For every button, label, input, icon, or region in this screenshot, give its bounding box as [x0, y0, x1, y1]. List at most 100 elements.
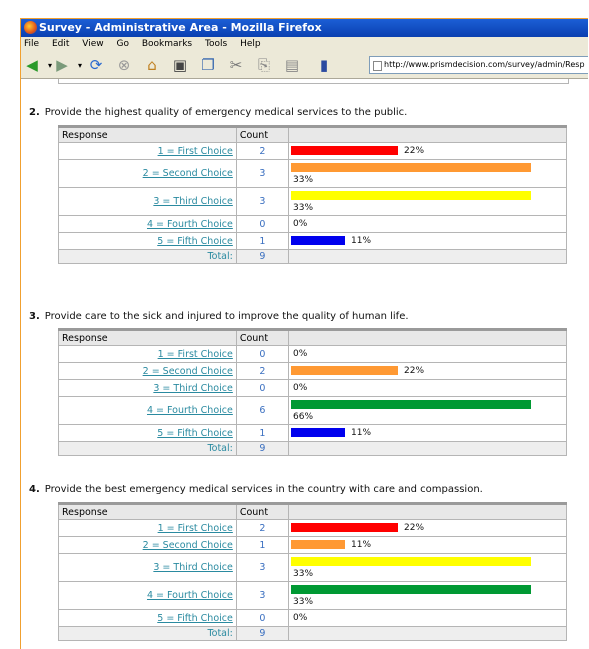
percent-cell: 33%	[288, 187, 567, 216]
response-link[interactable]: 1 = First Choice	[158, 349, 233, 360]
new-window-icon[interactable]: ❐	[199, 56, 217, 74]
count-cell: 3	[235, 553, 290, 582]
percent-cell: 0%	[288, 345, 567, 363]
table-row: 2 = Second Choice 3 33%	[58, 159, 567, 188]
paste-icon[interactable]: ▤	[283, 56, 301, 74]
count-header: Count	[235, 328, 290, 346]
response-link[interactable]: 2 = Second Choice	[143, 540, 233, 551]
print-icon[interactable]: ▣	[171, 56, 189, 74]
response-link[interactable]: 2 = Second Choice	[143, 366, 233, 377]
percent-label: 33%	[293, 203, 314, 213]
menu-help[interactable]: Help	[240, 39, 261, 49]
count-header: Count	[235, 502, 290, 520]
response-link[interactable]: 1 = First Choice	[158, 523, 233, 534]
menu-go[interactable]: Go	[116, 39, 128, 49]
response-link[interactable]: 3 = Third Choice	[153, 383, 232, 394]
response-link[interactable]: 4 = Fourth Choice	[147, 405, 233, 416]
response-link[interactable]: 2 = Second Choice	[143, 168, 233, 179]
table-header: Response Count	[58, 328, 567, 346]
total-row: Total: 9	[58, 441, 567, 456]
table-row: 2 = Second Choice 1 11%	[58, 536, 567, 554]
total-label-cell: Total:	[58, 441, 237, 456]
total-row: Total: 9	[58, 626, 567, 641]
response-link[interactable]: 5 = Fifth Choice	[157, 236, 233, 247]
count-cell: 3	[235, 187, 290, 216]
stop-icon[interactable]: ⊗	[115, 56, 133, 74]
response-link[interactable]: 4 = Fourth Choice	[147, 219, 233, 230]
percent-bar	[291, 540, 346, 549]
percent-cell: 11%	[288, 232, 567, 250]
response-link[interactable]: 3 = Third Choice	[153, 196, 232, 207]
cut-icon[interactable]: ✂	[227, 56, 245, 74]
forward-icon[interactable]: ▶	[53, 56, 71, 74]
total-row: Total: 9	[58, 249, 567, 264]
menu-view[interactable]: View	[82, 39, 103, 49]
count-cell: 1	[235, 232, 290, 250]
table-row: 4 = Fourth Choice 0 0%	[58, 215, 567, 233]
menu-file[interactable]: File	[24, 39, 39, 49]
question-2-heading: 2. Provide the highest quality of emergen…	[29, 107, 407, 118]
menu-bookmarks[interactable]: Bookmarks	[142, 39, 192, 49]
bookmark-icon[interactable]: ▮	[315, 56, 333, 74]
percent-header	[288, 125, 567, 143]
count-cell: 0	[235, 379, 290, 397]
percent-cell: 22%	[288, 142, 567, 160]
percent-bar	[291, 400, 532, 409]
menu-tools[interactable]: Tools	[205, 39, 227, 49]
response-cell: 4 = Fourth Choice	[58, 396, 237, 425]
percent-cell: 11%	[288, 536, 567, 554]
total-label-cell: Total:	[58, 626, 237, 641]
copy-icon[interactable]: ⎘	[255, 56, 273, 74]
response-link[interactable]: 1 = First Choice	[158, 146, 233, 157]
table-header: Response Count	[58, 125, 567, 143]
page-content: 2. Provide the highest quality of emergen…	[21, 79, 588, 649]
percent-label: 11%	[351, 428, 372, 438]
response-header: Response	[58, 125, 237, 143]
percent-bar	[291, 366, 399, 375]
percent-cell: 66%	[288, 396, 567, 425]
table-row: 4 = Fourth Choice 6 66%	[58, 396, 567, 425]
response-link[interactable]: 3 = Third Choice	[153, 562, 232, 573]
total-label: Total:	[207, 628, 233, 639]
count-cell: 2	[235, 362, 290, 380]
address-url: http://www.prismdecision.com/survey/admi…	[384, 60, 585, 69]
response-cell: 5 = Fifth Choice	[58, 424, 237, 442]
table-row: 5 = Fifth Choice 0 0%	[58, 609, 567, 627]
results-table: Response Count 1 = First Choice 2 22% 2 = Sec…	[58, 502, 567, 641]
response-link[interactable]: 4 = Fourth Choice	[147, 590, 233, 601]
response-header: Response	[58, 328, 237, 346]
response-cell: 2 = Second Choice	[58, 536, 237, 554]
response-link[interactable]: 5 = Fifth Choice	[157, 428, 233, 439]
results-table: Response Count 1 = First Choice 0 0% 2 = Seco…	[58, 328, 567, 456]
table-row: 2 = Second Choice 2 22%	[58, 362, 567, 380]
percent-cell: 0%	[288, 379, 567, 397]
menu-bar: File Edit View Go Bookmarks Tools Help	[21, 37, 588, 52]
table-row: 1 = First Choice 2 22%	[58, 142, 567, 160]
count-cell: 0	[235, 609, 290, 627]
home-icon[interactable]: ⌂	[143, 56, 161, 74]
percent-header	[288, 502, 567, 520]
table-row: 3 = Third Choice 3 33%	[58, 187, 567, 216]
response-cell: 5 = Fifth Choice	[58, 609, 237, 627]
question-text: Provide care to the sick and injured to …	[44, 311, 409, 322]
address-bar[interactable]: http://www.prismdecision.com/survey/admi…	[369, 56, 588, 74]
response-link[interactable]: 5 = Fifth Choice	[157, 613, 233, 624]
response-cell: 1 = First Choice	[58, 142, 237, 160]
total-empty-cell	[288, 249, 567, 264]
question-number: 2.	[29, 107, 40, 118]
total-label: Total:	[207, 443, 233, 454]
response-cell: 5 = Fifth Choice	[58, 232, 237, 250]
total-count: 9	[235, 626, 290, 641]
table-row: 3 = Third Choice 3 33%	[58, 553, 567, 582]
total-count: 9	[235, 249, 290, 264]
percent-label: 22%	[404, 523, 425, 533]
response-cell: 2 = Second Choice	[58, 362, 237, 380]
browser-window: Survey - Administrative Area - Mozilla F…	[20, 18, 588, 649]
back-icon[interactable]: ◀	[23, 56, 41, 74]
count-cell: 3	[235, 581, 290, 610]
table-row: 1 = First Choice 0 0%	[58, 345, 567, 363]
total-label-cell: Total:	[58, 249, 237, 264]
menu-edit[interactable]: Edit	[52, 39, 69, 49]
count-cell: 2	[235, 142, 290, 160]
reload-icon[interactable]: ⟳	[87, 56, 105, 74]
